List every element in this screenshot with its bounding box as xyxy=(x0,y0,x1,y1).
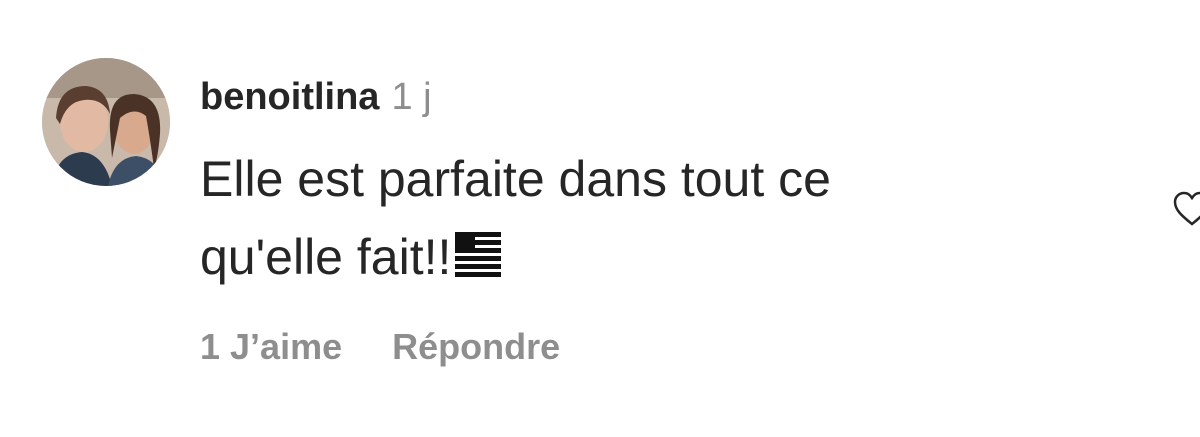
comment-text-line-2: qu'elle fait!! xyxy=(200,218,1100,296)
reply-button[interactable]: Répondre xyxy=(392,326,560,368)
flag-emoji-icon xyxy=(455,232,502,277)
comment-item: benoitlina 1 j Elle est parfaite dans to… xyxy=(0,0,1200,437)
comment-actions: 1 J’aime Répondre xyxy=(200,326,560,368)
avatar-photo xyxy=(42,58,170,186)
likes-count-button[interactable]: 1 J’aime xyxy=(200,326,342,368)
comment-text: Elle est parfaite dans tout ce qu'elle f… xyxy=(200,140,1100,296)
heart-icon[interactable] xyxy=(1172,190,1200,230)
username-link[interactable]: benoitlina xyxy=(200,76,379,119)
comment-text-line-1: Elle est parfaite dans tout ce xyxy=(200,151,831,207)
comment-header: benoitlina 1 j xyxy=(200,76,432,126)
timestamp[interactable]: 1 j xyxy=(391,76,431,119)
comment-text-line-2-text: qu'elle fait!! xyxy=(200,229,452,285)
avatar[interactable] xyxy=(42,58,170,186)
